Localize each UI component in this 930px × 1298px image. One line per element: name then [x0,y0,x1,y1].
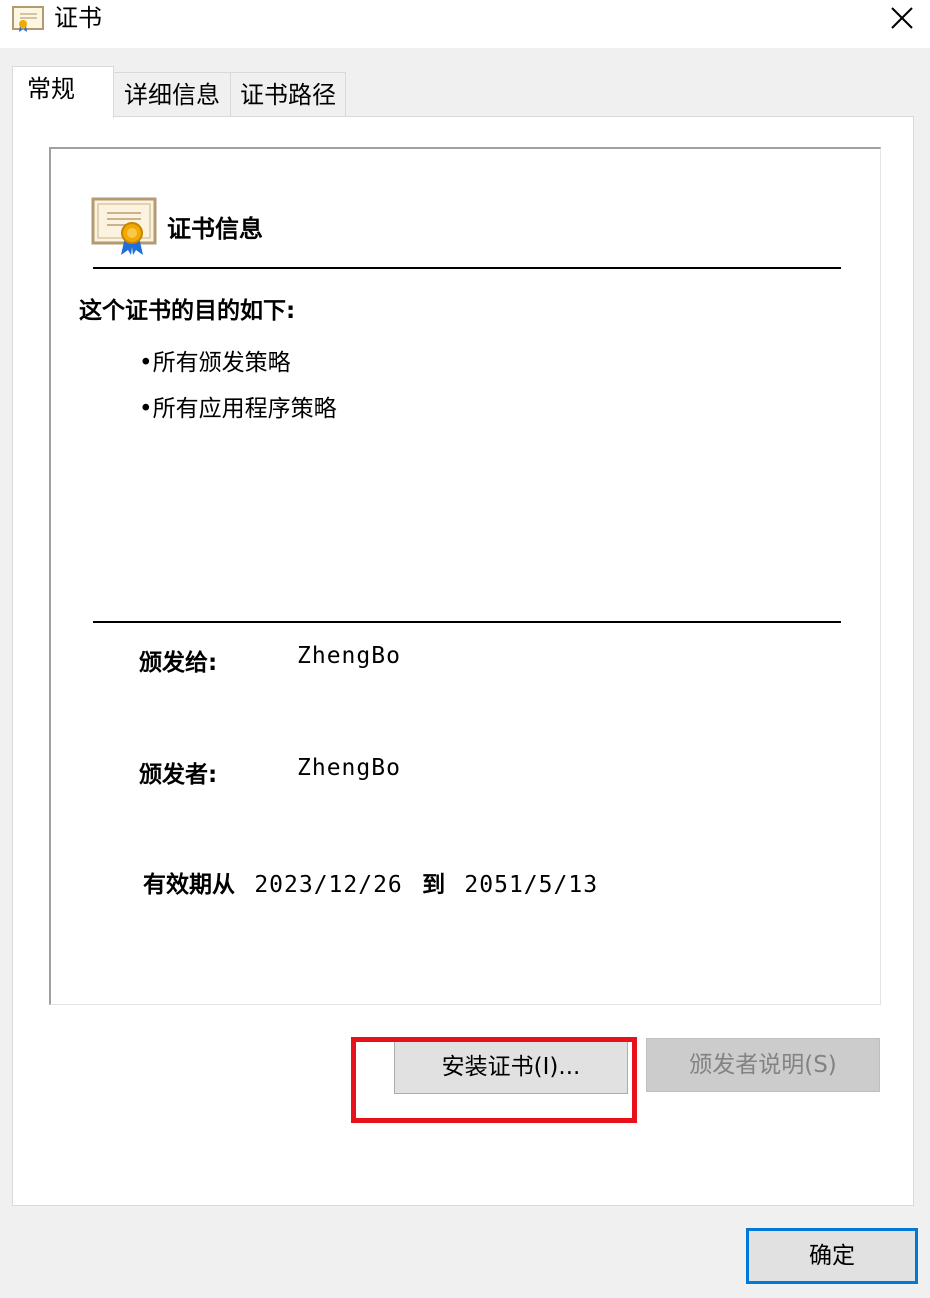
tab-details[interactable]: 详细信息 [113,72,231,116]
validity-period: 有效期从 2023/12/26 到 2051/5/13 [143,865,598,899]
purpose-item: •所有颁发策略 [139,350,291,376]
window-title: 证书 [54,4,102,32]
issued-by-value: ZhengBo [297,755,401,781]
divider [93,267,841,269]
title-bar: 证书 [0,0,930,48]
valid-to-label: 到 [422,872,446,898]
valid-from-date: 2023/12/26 [254,872,403,898]
issued-by-label: 颁发者: [139,762,218,788]
close-button[interactable] [880,0,924,36]
purpose-item: •所有应用程序策略 [139,396,337,422]
issued-to-value: ZhengBo [297,643,401,669]
issued-to-label: 颁发给: [139,650,218,676]
purpose-title: 这个证书的目的如下: [79,298,296,324]
valid-to-date: 2051/5/13 [464,872,599,898]
tab-general[interactable]: 常规 [12,66,114,118]
valid-from-label: 有效期从 [143,872,235,898]
certificate-icon [91,197,157,255]
ok-button[interactable]: 确定 [746,1228,918,1284]
install-certificate-button[interactable]: 安装证书(I)... [394,1040,628,1094]
certificate-info-heading: 证书信息 [167,215,263,243]
certificate-info-box: 证书信息 这个证书的目的如下: •所有颁发策略 •所有应用程序策略 颁发给: Z… [49,147,881,1005]
certificate-icon [12,6,44,32]
tab-cert-path[interactable]: 证书路径 [230,72,346,116]
divider [93,621,841,623]
close-icon [891,7,913,29]
issuer-statement-button[interactable]: 颁发者说明(S) [646,1038,880,1092]
